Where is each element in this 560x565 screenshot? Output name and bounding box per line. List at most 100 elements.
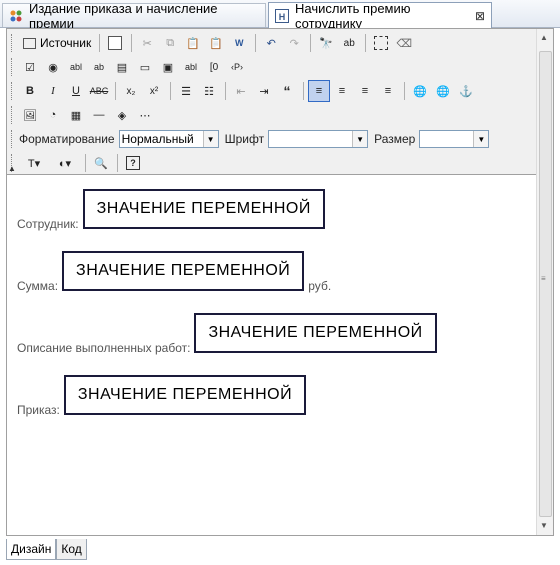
scroll-down-icon[interactable]: ▼ [540,521,548,530]
redo-icon[interactable]: ↷ [283,32,305,54]
font-label: Шрифт [224,132,265,146]
tab-design[interactable]: Дизайн [6,539,57,560]
chevron-down-icon[interactable]: ▼ [202,131,218,147]
italic-icon[interactable]: I [42,80,64,102]
tab-code[interactable]: Код [56,539,87,560]
collapse-toolbar-icon[interactable]: ▲ [8,164,16,173]
select-field-icon[interactable]: ▤ [111,56,133,78]
strikethrough-icon[interactable]: ABC [88,80,110,102]
source-icon [23,37,36,49]
smiley-icon[interactable]: ◈ [111,104,133,126]
table-icon[interactable]: ▦ [65,104,87,126]
employee-value[interactable]: ЗНАЧЕНИЕ ПЕРЕМЕННОЙ [82,189,325,229]
chevron-down-icon[interactable]: ▼ [473,131,489,147]
employee-field: Сотрудник: ЗНАЧЕНИЕ ПЕРЕМЕННОЙ [17,189,325,231]
form-icon [9,9,23,23]
horizontal-rule-icon[interactable]: ― [88,104,110,126]
amount-suffix: руб. [308,279,332,293]
replace-icon[interactable]: ab [338,32,360,54]
image-button-icon[interactable]: ▣ [157,56,179,78]
link-icon[interactable]: 🌐 [409,80,431,102]
undo-icon[interactable]: ↶ [260,32,282,54]
close-icon[interactable]: ⊠ [475,9,485,23]
tab-order-and-bonus[interactable]: Издание приказа и начисление премии [2,1,266,31]
button-field-icon[interactable]: ▭ [134,56,156,78]
scrollbar-thumb[interactable]: ≡ [539,51,552,517]
toolbar-row-3: B I U ABC x₂ x² ☰ ☷ ⇤ ⇥ “ ≡ ≡ ≡ ≡ 🌐 🌐 ⚓ [11,79,478,103]
tab-label: Издание приказа и начисление премии [29,0,218,31]
source-label: Источник [40,36,92,50]
cut-icon[interactable]: ✂ [136,32,158,54]
outdent-icon[interactable]: ⇤ [230,80,252,102]
toolbar-row-5: Форматирование Нормальный ▼ Шрифт ▼ Разм… [11,127,495,151]
new-page-icon[interactable] [104,32,126,54]
select-all-icon[interactable] [370,32,392,54]
underline-icon[interactable]: U [65,80,87,102]
hidden-field-2-icon[interactable]: [0 [203,56,225,78]
anchor-icon[interactable]: ⚓ [455,80,477,102]
html-document-icon: H [275,8,289,23]
toolbar-row-6: T▾ ◐▾ 🔍 ? [11,151,145,175]
work-description-value[interactable]: ЗНАЧЕНИЕ ПЕРЕМЕННОЙ [194,313,437,353]
superscript-icon[interactable]: x² [143,80,165,102]
toolbar-row-2: ☑ ◉ abl ab ▤ ▭ ▣ abl [0 ‹P› [11,55,249,79]
subscript-icon[interactable]: x₂ [120,80,142,102]
html-tag-icon[interactable]: ‹P› [226,56,248,78]
toolbar-row-4: 🖼 ◔ ▦ ― ◈ ⋯ [11,103,157,127]
work-description-field: Описание выполненных работ: ЗНАЧЕНИЕ ПЕР… [17,313,437,355]
tab-label: Начислить премию сотруднику [295,0,411,31]
html-editor: Источник ✂ ⧉ 📋 📋 W ↶ ↷ 🔭 ab ⌫ ☑ ◉ abl ab… [6,28,554,536]
editor-content[interactable]: Сотрудник: ЗНАЧЕНИЕ ПЕРЕМЕННОЙ Сумма: ЗН… [7,175,537,535]
order-value[interactable]: ЗНАЧЕНИЕ ПЕРЕМЕННОЙ [63,375,307,415]
source-button[interactable]: Источник [19,32,95,54]
text-color-icon[interactable]: T▾ [19,152,49,174]
employee-label: Сотрудник: [17,217,79,231]
tab-accrue-bonus[interactable]: H Начислить премию сотруднику ⊠ [268,0,492,31]
help-icon[interactable]: ? [122,152,144,174]
align-left-icon[interactable]: ≡ [308,80,330,102]
textarea-icon[interactable]: ab [88,56,110,78]
size-select[interactable]: ▼ [419,130,490,148]
chevron-down-icon[interactable]: ▼ [352,131,368,147]
hidden-field-icon[interactable]: abl [180,56,202,78]
checkbox-icon[interactable]: ☑ [19,56,41,78]
amount-value[interactable]: ЗНАЧЕНИЕ ПЕРЕМЕННОЙ [62,251,305,291]
align-center-icon[interactable]: ≡ [331,80,353,102]
format-select[interactable]: Нормальный ▼ [118,130,219,148]
document-tab-bar: Издание приказа и начисление премии H На… [0,0,560,31]
unlink-icon[interactable]: 🌐 [432,80,454,102]
vertical-scrollbar[interactable]: ▲ ≡ ▼ [536,29,553,535]
align-justify-icon[interactable]: ≡ [377,80,399,102]
align-right-icon[interactable]: ≡ [354,80,376,102]
blockquote-icon[interactable]: “ [276,80,298,102]
copy-icon[interactable]: ⧉ [159,32,181,54]
background-color-icon[interactable]: ◐▾ [50,152,80,174]
page-break-icon[interactable]: ⋯ [134,104,156,126]
view-mode-tabs: Дизайн Код [6,539,87,561]
paste-text-icon[interactable]: 📋 [205,32,227,54]
format-select-value: Нормальный [121,132,194,146]
remove-format-icon[interactable]: ⌫ [393,32,415,54]
amount-field: Сумма: ЗНАЧЕНИЕ ПЕРЕМЕННОЙ руб. [17,251,332,293]
textfield-icon[interactable]: abl [65,56,87,78]
paste-word-icon[interactable]: W [228,32,250,54]
bold-icon[interactable]: B [19,80,41,102]
preview-icon[interactable]: 🔍 [90,152,112,174]
amount-label: Сумма: [17,279,59,293]
indent-icon[interactable]: ⇥ [253,80,275,102]
scroll-up-icon[interactable]: ▲ [540,33,548,42]
numbered-list-icon[interactable]: ☰ [175,80,197,102]
radio-icon[interactable]: ◉ [42,56,64,78]
svg-text:H: H [279,12,286,22]
format-label: Форматирование [19,132,115,146]
find-icon[interactable]: 🔭 [315,32,337,54]
toolbar-row-1: Источник ✂ ⧉ 📋 📋 W ↶ ↷ 🔭 ab ⌫ [11,31,416,55]
order-label: Приказ: [17,403,60,417]
work-description-label: Описание выполненных работ: [17,341,191,355]
image-icon[interactable]: 🖼 [19,104,41,126]
font-select[interactable]: ▼ [268,130,369,148]
bulleted-list-icon[interactable]: ☷ [198,80,220,102]
paste-icon[interactable]: 📋 [182,32,204,54]
flash-icon[interactable]: ◔ [42,104,64,126]
toolbar-grip [11,34,15,52]
